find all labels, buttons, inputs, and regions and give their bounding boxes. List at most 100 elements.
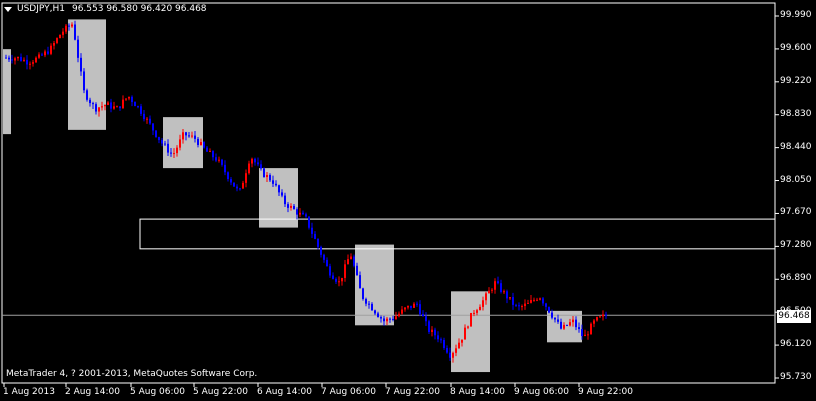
x-tick-label: 5 Aug 22:00	[193, 387, 248, 397]
candle-body	[581, 329, 583, 337]
candle-body	[197, 138, 199, 145]
candle-body	[464, 327, 466, 340]
chart-header: USDJPY,H1 96.553 96.580 96.420 96.468	[4, 4, 207, 14]
candle-body	[65, 25, 67, 32]
y-tick-label: 96.120	[780, 339, 812, 350]
candle-body	[206, 147, 208, 152]
candle-body	[215, 157, 217, 161]
candle-body	[329, 266, 331, 276]
candle-body	[383, 318, 385, 322]
candle-body	[260, 164, 262, 169]
candle-body	[602, 314, 604, 317]
candle-body	[557, 319, 559, 322]
price-chart[interactable]	[0, 0, 816, 401]
candle-body	[314, 233, 316, 239]
candle-body	[584, 334, 586, 337]
candle-body	[446, 347, 448, 353]
candle-body	[386, 318, 388, 322]
candle-body	[482, 300, 484, 307]
candle-body	[545, 303, 547, 307]
candle-body	[452, 352, 454, 358]
candle-body	[236, 186, 238, 189]
candle-body	[83, 71, 85, 91]
candle-body	[137, 106, 139, 108]
y-tick-label: 98.440	[780, 141, 812, 152]
candle-body	[155, 130, 157, 137]
candle-body	[53, 43, 55, 46]
candle-body	[149, 118, 151, 124]
candle-body	[437, 335, 439, 340]
candle-body	[38, 54, 40, 58]
candle-body	[413, 303, 415, 308]
candle-body	[80, 57, 82, 72]
chart-window[interactable]: USDJPY,H1 96.553 96.580 96.420 96.468 99…	[0, 0, 816, 401]
candle-body	[134, 102, 136, 107]
candle-body	[284, 195, 286, 205]
candle-body	[326, 259, 328, 267]
candle-body	[224, 164, 226, 173]
x-tick-label: 8 Aug 14:00	[450, 387, 505, 397]
dropdown-icon[interactable]	[4, 6, 12, 12]
candle-body	[74, 24, 76, 40]
candle-body	[593, 320, 595, 324]
candle-body	[332, 275, 334, 279]
candle-body	[365, 298, 367, 304]
candle-body	[566, 324, 568, 326]
candle-body	[290, 205, 292, 208]
candle-body	[287, 204, 289, 208]
resistance-zone	[139, 218, 776, 250]
candle-body	[62, 31, 64, 35]
candle-body	[254, 158, 256, 163]
candle-body	[560, 321, 562, 329]
candle-body	[200, 142, 202, 145]
y-tick-label: 98.830	[780, 108, 812, 119]
candle-body	[461, 339, 463, 343]
candle-body	[188, 135, 190, 137]
candle-body	[17, 56, 19, 59]
candle-body	[320, 246, 322, 255]
candle-body	[341, 277, 343, 282]
candle-body	[536, 299, 538, 301]
candle-body	[26, 59, 28, 65]
x-tick-label: 5 Aug 06:00	[130, 387, 185, 397]
candle-body	[98, 107, 100, 112]
candle-body	[539, 298, 541, 300]
candle-body	[428, 321, 430, 333]
candle-body	[449, 352, 451, 358]
current-price-label: 96.468	[777, 310, 811, 323]
candle-body	[299, 212, 301, 215]
candle-body	[512, 297, 514, 305]
candle-body	[431, 329, 433, 333]
candle-body	[554, 317, 556, 320]
candle-body	[422, 313, 424, 317]
candle-body	[440, 339, 442, 341]
candle-body	[275, 183, 277, 186]
candle-body	[596, 317, 598, 321]
candle-body	[542, 298, 544, 304]
candle-body	[212, 151, 214, 158]
candle-body	[35, 57, 37, 63]
y-tick-label: 96.890	[780, 273, 812, 284]
y-tick-label: 98.050	[780, 174, 812, 185]
copyright-text: MetaTrader 4, ? 2001-2013, MetaQuotes So…	[6, 369, 258, 379]
candle-body	[521, 306, 523, 308]
candle-body	[8, 57, 10, 60]
plot-frame	[1, 2, 776, 384]
candle-body	[572, 319, 574, 323]
candle-body	[269, 174, 271, 181]
x-tick-label: 1 Aug 2013	[3, 387, 55, 397]
candle-body	[350, 256, 352, 260]
y-tick-label: 99.600	[780, 42, 812, 53]
candle-body	[506, 291, 508, 299]
y-tick-label: 99.220	[780, 75, 812, 86]
candle-body	[248, 163, 250, 174]
candle-body	[587, 334, 589, 336]
candle-body	[311, 227, 313, 234]
candle-body	[41, 54, 43, 56]
candle-body	[14, 58, 16, 61]
ohlc-values: 96.553 96.580 96.420 96.468	[71, 4, 207, 14]
candle-body	[230, 179, 232, 183]
candle-body	[476, 310, 478, 313]
candle-body	[218, 159, 220, 161]
candle-body	[278, 185, 280, 193]
